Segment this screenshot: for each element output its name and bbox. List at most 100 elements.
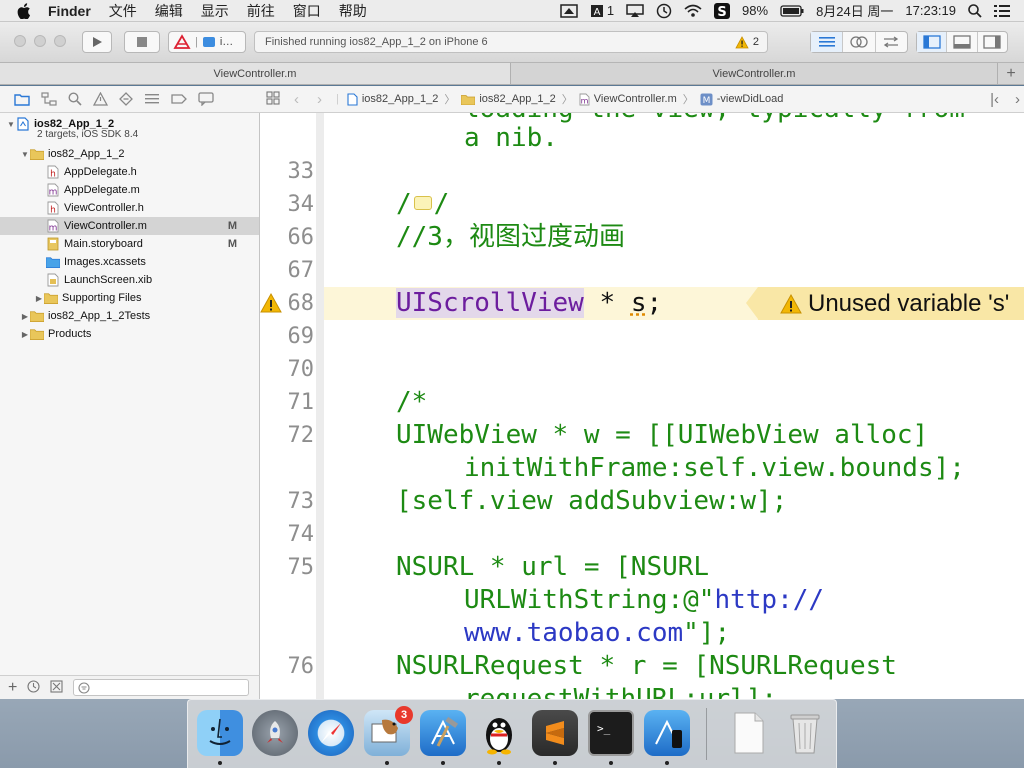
- safari-compass-icon[interactable]: [308, 710, 354, 756]
- crumb-method[interactable]: M -viewDidLoad: [700, 93, 783, 106]
- add-file-plus-icon[interactable]: +: [8, 679, 17, 697]
- finder-dock-icon[interactable]: [197, 710, 243, 756]
- upload-status-icon[interactable]: [560, 3, 578, 18]
- crumb-file[interactable]: m ViewController.m: [579, 93, 677, 106]
- toggle-debug-area-button[interactable]: [947, 32, 978, 52]
- navigator-filter-input[interactable]: [73, 679, 250, 696]
- disclosure-open-icon[interactable]: ▼: [20, 150, 30, 159]
- toggle-utilities-button[interactable]: [978, 32, 1007, 52]
- battery-icon[interactable]: [780, 4, 804, 17]
- sogou-input-icon[interactable]: S: [714, 2, 731, 19]
- disclosure-closed-icon[interactable]: ▶: [20, 312, 30, 321]
- ios-simulator-icon[interactable]: [644, 710, 690, 756]
- tree-row-supporting-files[interactable]: ▶ Supporting Files: [0, 289, 259, 307]
- time-machine-icon[interactable]: [656, 3, 672, 19]
- project-subtitle: 2 targets, iOS SDK 8.4: [37, 129, 139, 140]
- related-items-grid-icon[interactable]: [266, 90, 280, 108]
- debug-navigator-gauge-icon[interactable]: [144, 92, 160, 106]
- code-line: a nib.: [464, 123, 558, 153]
- disclosure-closed-icon[interactable]: ▶: [34, 294, 44, 303]
- tab-viewcontroller-m-2[interactable]: ViewController.m: [511, 63, 998, 84]
- menu-edit[interactable]: 编辑: [155, 1, 183, 21]
- tree-row-viewcontroller-m[interactable]: m ViewController.m M: [0, 217, 259, 235]
- source-control-filter-icon[interactable]: [50, 679, 63, 696]
- menu-finder[interactable]: Finder: [48, 3, 91, 19]
- code-line-75: NSURL * url = [NSURL: [396, 552, 710, 582]
- tree-row-images-xcassets[interactable]: Images.xcassets: [0, 253, 259, 271]
- method-icon: M: [700, 93, 713, 106]
- document-file-icon[interactable]: [726, 710, 772, 756]
- menu-help[interactable]: 帮助: [339, 1, 367, 21]
- scheme-selector[interactable]: | i…: [168, 31, 246, 53]
- crumb-separator-icon: 〉: [561, 94, 573, 106]
- airplay-icon[interactable]: [626, 3, 644, 18]
- zoom-window-button[interactable]: [54, 35, 66, 47]
- toggle-navigator-button[interactable]: [917, 32, 948, 52]
- tree-row-viewcontroller-h[interactable]: h ViewController.h: [0, 199, 259, 217]
- symbol-navigator-icon[interactable]: [41, 92, 57, 106]
- terminal-icon[interactable]: >_: [588, 710, 634, 756]
- svg-text:A: A: [593, 7, 600, 18]
- warning-count-button[interactable]: 2: [735, 35, 759, 49]
- stop-button[interactable]: [124, 31, 160, 53]
- tree-row-launchscreen-xib[interactable]: LaunchScreen.xib: [0, 271, 259, 289]
- tree-row-main-storyboard[interactable]: Main.storyboard M: [0, 235, 259, 253]
- spotlight-search-icon[interactable]: [968, 3, 982, 18]
- crumb-separator-icon: 〉: [682, 94, 694, 106]
- close-window-button[interactable]: [14, 35, 26, 47]
- recent-files-clock-icon[interactable]: [27, 679, 40, 696]
- launchpad-rocket-icon[interactable]: [252, 710, 298, 756]
- tree-row-appdelegate-h[interactable]: h AppDelegate.h: [0, 163, 259, 181]
- input-method-icon[interactable]: A 1: [590, 3, 614, 18]
- scheme-target-label: i…: [219, 36, 234, 48]
- folded-comment-ellipsis-icon[interactable]: [413, 195, 432, 210]
- filter-icon: [78, 681, 90, 694]
- next-issue-chevron-icon[interactable]: ›: [1015, 91, 1020, 108]
- issue-navigator-warning-icon[interactable]: [93, 92, 108, 106]
- disclosure-open-icon[interactable]: ▼: [6, 120, 16, 129]
- standard-editor-button[interactable]: [811, 32, 844, 52]
- run-button[interactable]: [82, 31, 112, 53]
- qq-penguin-icon[interactable]: [476, 710, 522, 756]
- clock-date[interactable]: 8月24日 周一: [816, 1, 893, 20]
- xcode-hammer-icon[interactable]: [420, 710, 466, 756]
- new-tab-button[interactable]: +: [998, 63, 1024, 84]
- clock-time[interactable]: 17:23:19: [905, 3, 956, 18]
- menu-window[interactable]: 窗口: [293, 1, 321, 21]
- trash-icon[interactable]: [782, 710, 828, 756]
- assistant-editor-button[interactable]: [843, 32, 876, 52]
- tree-row-appdelegate-m[interactable]: m AppDelegate.m: [0, 181, 259, 199]
- inline-warning-bubble[interactable]: Unused variable 's': [758, 287, 1024, 320]
- prev-issue-chevron-icon[interactable]: |‹: [990, 91, 999, 108]
- wifi-icon[interactable]: [684, 4, 702, 18]
- test-navigator-diamond-icon[interactable]: [119, 92, 133, 106]
- report-navigator-speech-icon[interactable]: [198, 92, 214, 106]
- url-fragment: http://: [714, 585, 825, 615]
- simulator-icon: [202, 37, 215, 47]
- tree-row-group[interactable]: ▼ ios82_App_1_2: [0, 145, 259, 163]
- semicolon: ;: [646, 288, 663, 318]
- sublime-text-icon[interactable]: [532, 710, 578, 756]
- tab-viewcontroller-m-1[interactable]: ViewController.m: [0, 63, 511, 84]
- forward-chevron-icon[interactable]: ›: [317, 91, 322, 108]
- version-editor-icon: [884, 36, 899, 48]
- back-chevron-icon[interactable]: ‹: [294, 91, 299, 108]
- crumb-project[interactable]: ios82_App_1_2: [347, 92, 438, 106]
- apple-menu-icon[interactable]: [14, 0, 34, 22]
- menu-view[interactable]: 显示: [201, 1, 229, 21]
- disclosure-closed-icon[interactable]: ▶: [20, 330, 30, 339]
- version-editor-button[interactable]: [876, 32, 907, 52]
- tree-label: ios82_App_1_2Tests: [48, 310, 151, 322]
- tree-row-tests[interactable]: ▶ ios82_App_1_2Tests: [0, 307, 259, 325]
- mail-badge: 3: [395, 706, 413, 724]
- breakpoint-navigator-icon[interactable]: [171, 93, 187, 105]
- crumb-group[interactable]: ios82_App_1_2: [461, 93, 556, 105]
- menu-go[interactable]: 前往: [247, 1, 275, 21]
- minimize-window-button[interactable]: [34, 35, 46, 47]
- find-navigator-search-icon[interactable]: [68, 92, 82, 106]
- source-editor[interactable]: 33 34 66 67 68 69 70 71 72 73 74 75 76 l…: [260, 113, 1024, 699]
- project-navigator-folder-icon[interactable]: [14, 92, 30, 106]
- notification-center-icon[interactable]: [994, 4, 1010, 17]
- tree-row-products[interactable]: ▶ Products: [0, 325, 259, 343]
- menu-file[interactable]: 文件: [109, 1, 137, 21]
